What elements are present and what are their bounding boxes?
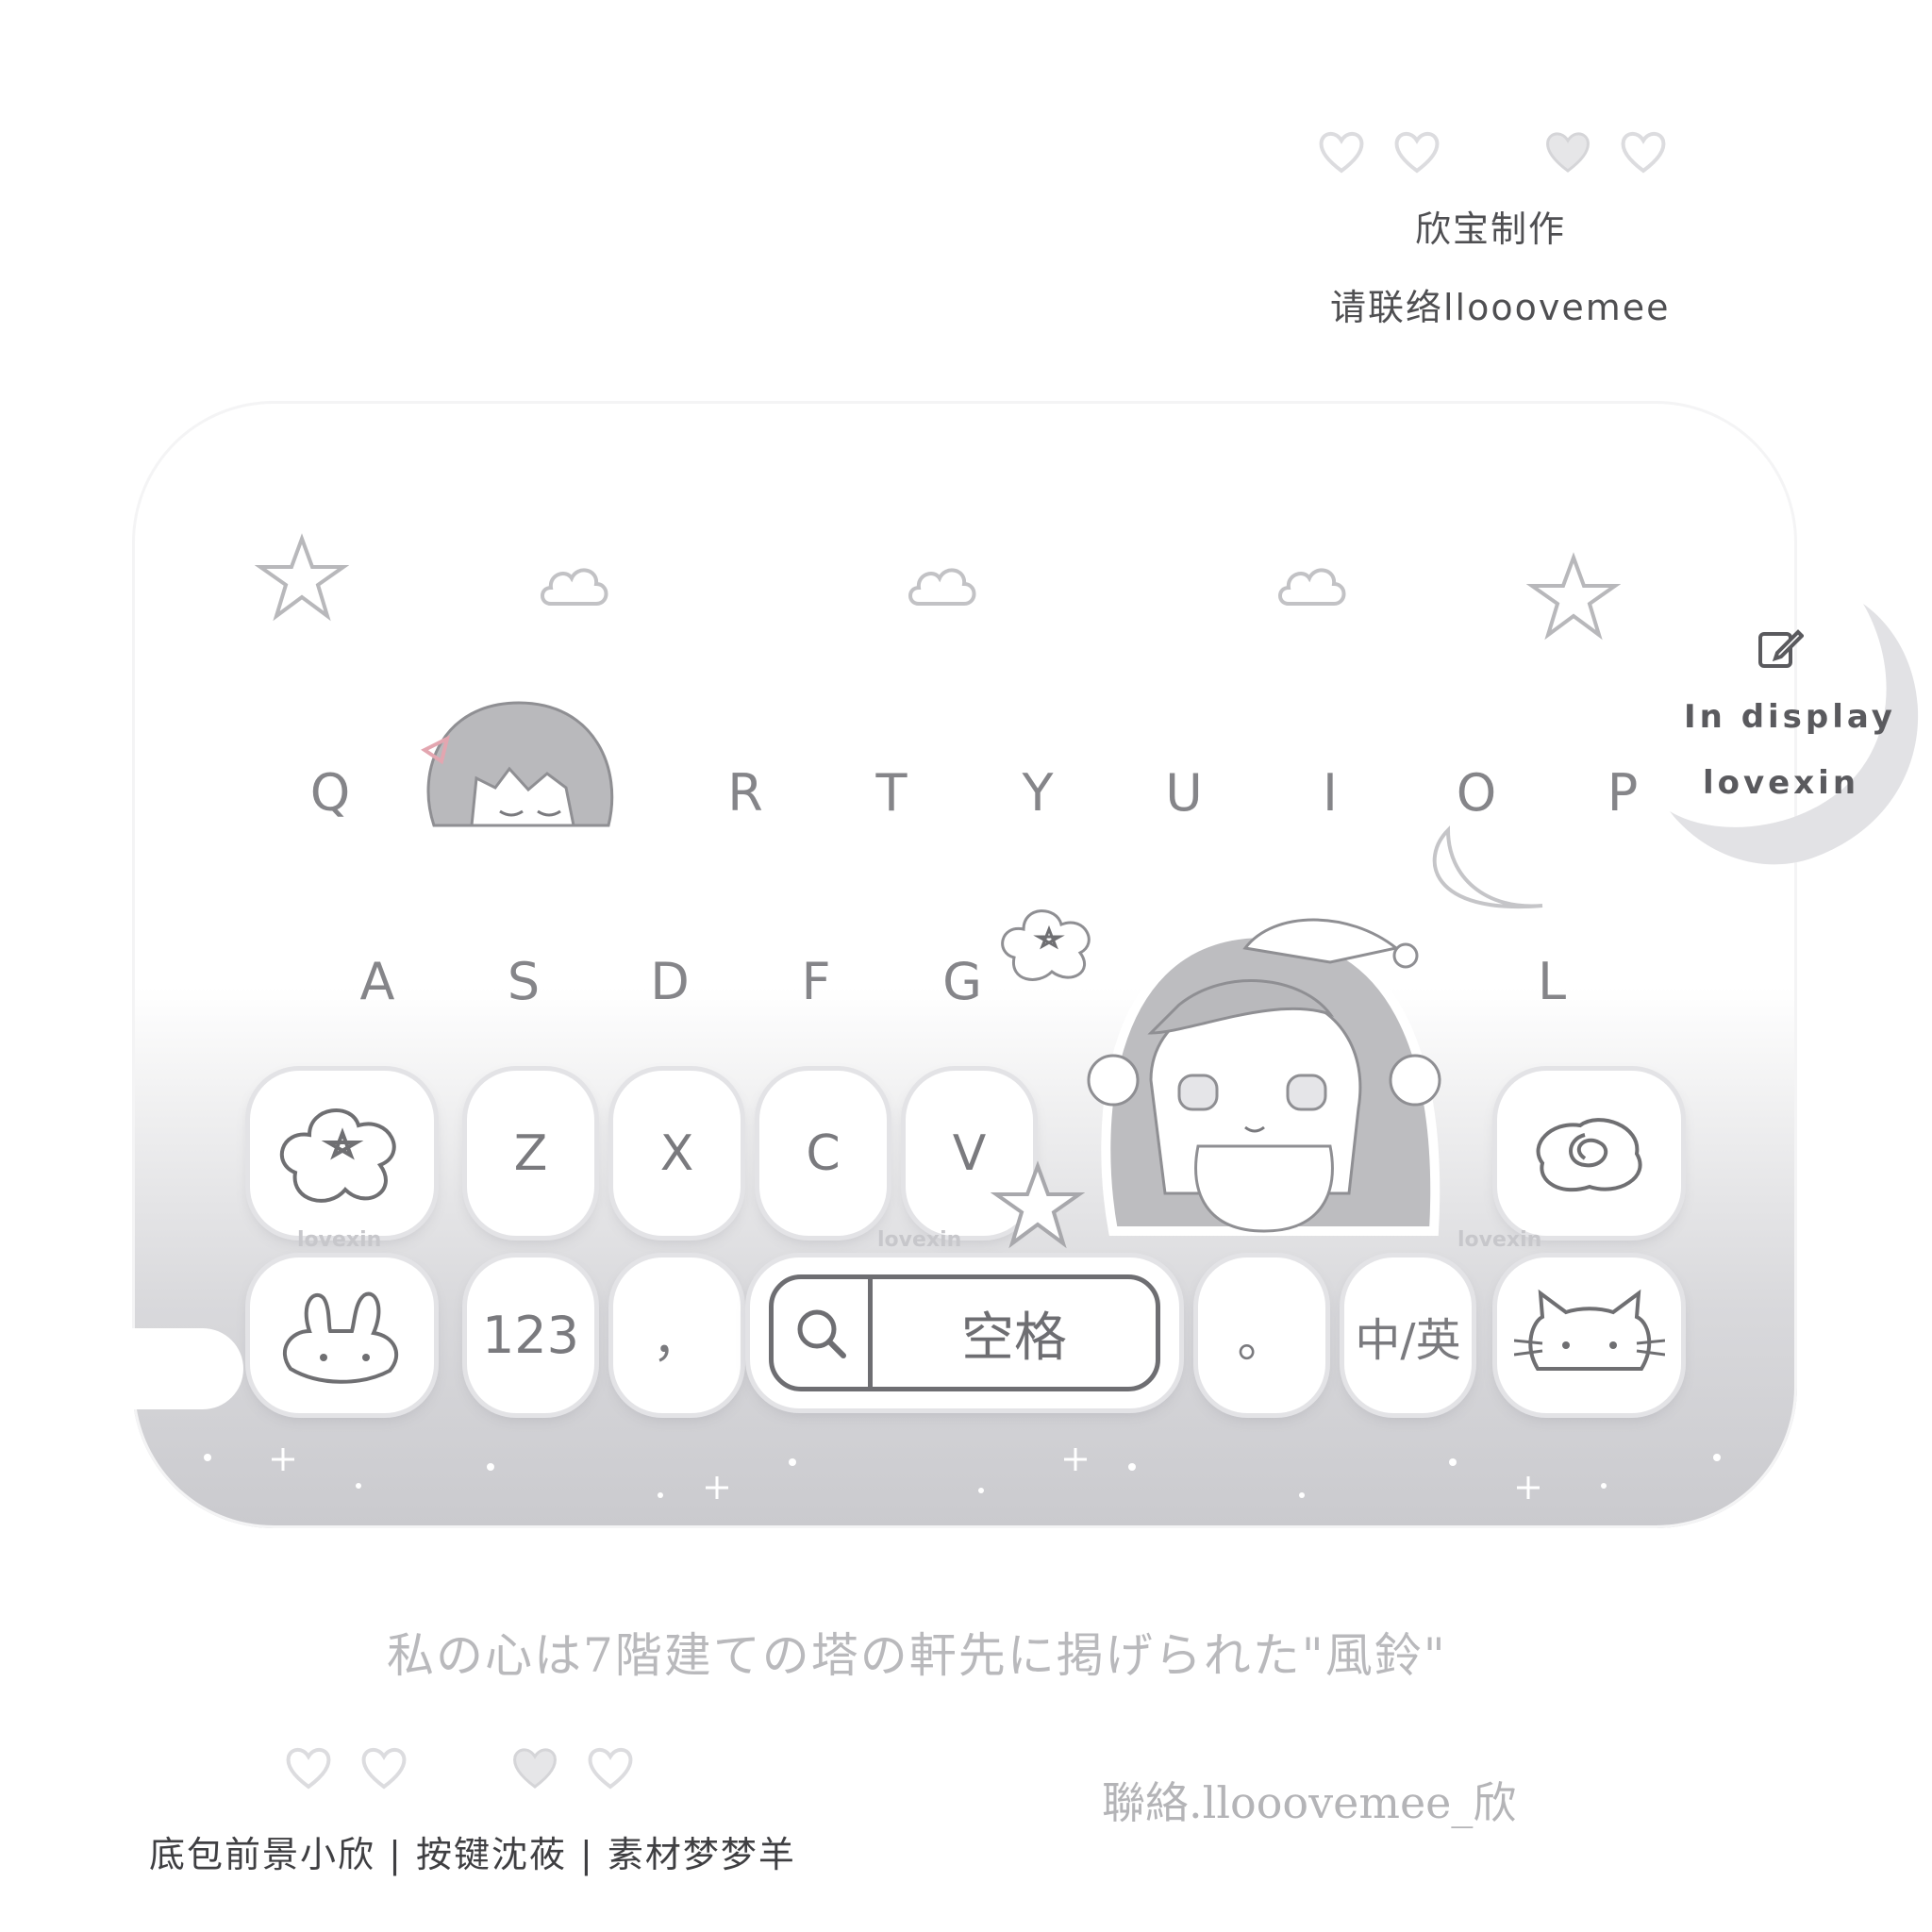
key-c[interactable]: C (759, 1071, 887, 1236)
key-f[interactable]: F (769, 929, 863, 1033)
star-icon (255, 533, 349, 623)
badge-line2: lovexin (1703, 764, 1860, 802)
key-r[interactable]: R (698, 750, 792, 835)
key-x[interactable]: X (613, 1071, 741, 1236)
heart-outline-icon (585, 1743, 636, 1790)
key-y[interactable]: Y (991, 750, 1085, 835)
key-p[interactable]: P (1575, 750, 1670, 835)
lang-switch-key[interactable]: 中/英 (1344, 1257, 1472, 1413)
bunny-icon (282, 1291, 398, 1384)
rose-icon (1536, 1117, 1642, 1191)
heart-outline-icon (1391, 127, 1442, 175)
key-q[interactable]: Q (283, 750, 377, 835)
heart-outline-icon (358, 1743, 409, 1790)
key-u[interactable]: U (1137, 750, 1231, 835)
key-a[interactable]: A (330, 929, 425, 1033)
watermark-label: lovexin (877, 1228, 962, 1252)
display-badge: In display lovexin (1660, 604, 1932, 877)
footer-credits: 底包前景小欣 | 按键沈莜 | 素材梦梦羊 (149, 1834, 796, 1875)
bunny-key[interactable] (250, 1257, 434, 1413)
star-icon (1526, 552, 1621, 641)
cloud-icon (538, 561, 613, 613)
key-t[interactable]: T (844, 750, 939, 835)
watermark-label: lovexin (1457, 1228, 1542, 1252)
space-bar-frame: 空格 (769, 1274, 1160, 1391)
heart-hatched-icon (1542, 127, 1593, 175)
maker-label: 欣宝制作 (1415, 208, 1567, 250)
key-z[interactable]: Z (467, 1071, 594, 1236)
watermark-label: lovexin (297, 1228, 382, 1252)
contact-label: 请联络llooovemee (1330, 287, 1671, 328)
key-d[interactable]: D (623, 929, 717, 1033)
cloud-icon (1275, 561, 1351, 613)
search-icon (774, 1279, 873, 1387)
rose-key[interactable] (1497, 1071, 1681, 1236)
badge-line1: In display (1684, 698, 1896, 736)
heart-outline-icon (1618, 127, 1669, 175)
flower-star-icon (279, 1108, 396, 1203)
space-bar-label: 空格 (961, 1307, 1067, 1369)
period-key[interactable]: 。 (1198, 1257, 1325, 1413)
footer-contact: 聯絡.llooovemee_欣 (1102, 1777, 1517, 1828)
edit-icon[interactable] (1757, 625, 1805, 675)
space-bar[interactable]: 空格 (750, 1257, 1179, 1408)
cat-key[interactable] (1497, 1257, 1681, 1413)
star-icon (991, 1160, 1085, 1250)
sleepy-girl-doodle (1085, 891, 1462, 1269)
heart-outline-icon (283, 1743, 334, 1790)
key-l[interactable]: L (1505, 929, 1599, 1033)
keyboard-panel: Q R T Y U I O P A S D F G L Z X C V love… (132, 401, 1797, 1528)
cloud-icon (906, 561, 981, 613)
side-tab (0, 1328, 243, 1409)
key-s[interactable]: S (476, 929, 571, 1033)
key-i[interactable]: I (1283, 750, 1377, 835)
top-hearts (1316, 127, 1669, 175)
numbers-key[interactable]: 123 (467, 1257, 594, 1413)
bottom-hearts (283, 1743, 636, 1790)
comma-key[interactable]: ， (613, 1257, 741, 1413)
quote-text: 私の心は7階建ての塔の軒先に掲げられた"風鈴" (387, 1628, 1447, 1683)
girl-head-doodle (406, 684, 632, 844)
flower-star-key[interactable] (250, 1071, 434, 1236)
heart-outline-icon (1316, 127, 1367, 175)
sparkles-decoration (132, 1439, 1797, 1528)
cat-face-icon (1513, 1289, 1665, 1371)
heart-hatched-icon (509, 1743, 560, 1790)
